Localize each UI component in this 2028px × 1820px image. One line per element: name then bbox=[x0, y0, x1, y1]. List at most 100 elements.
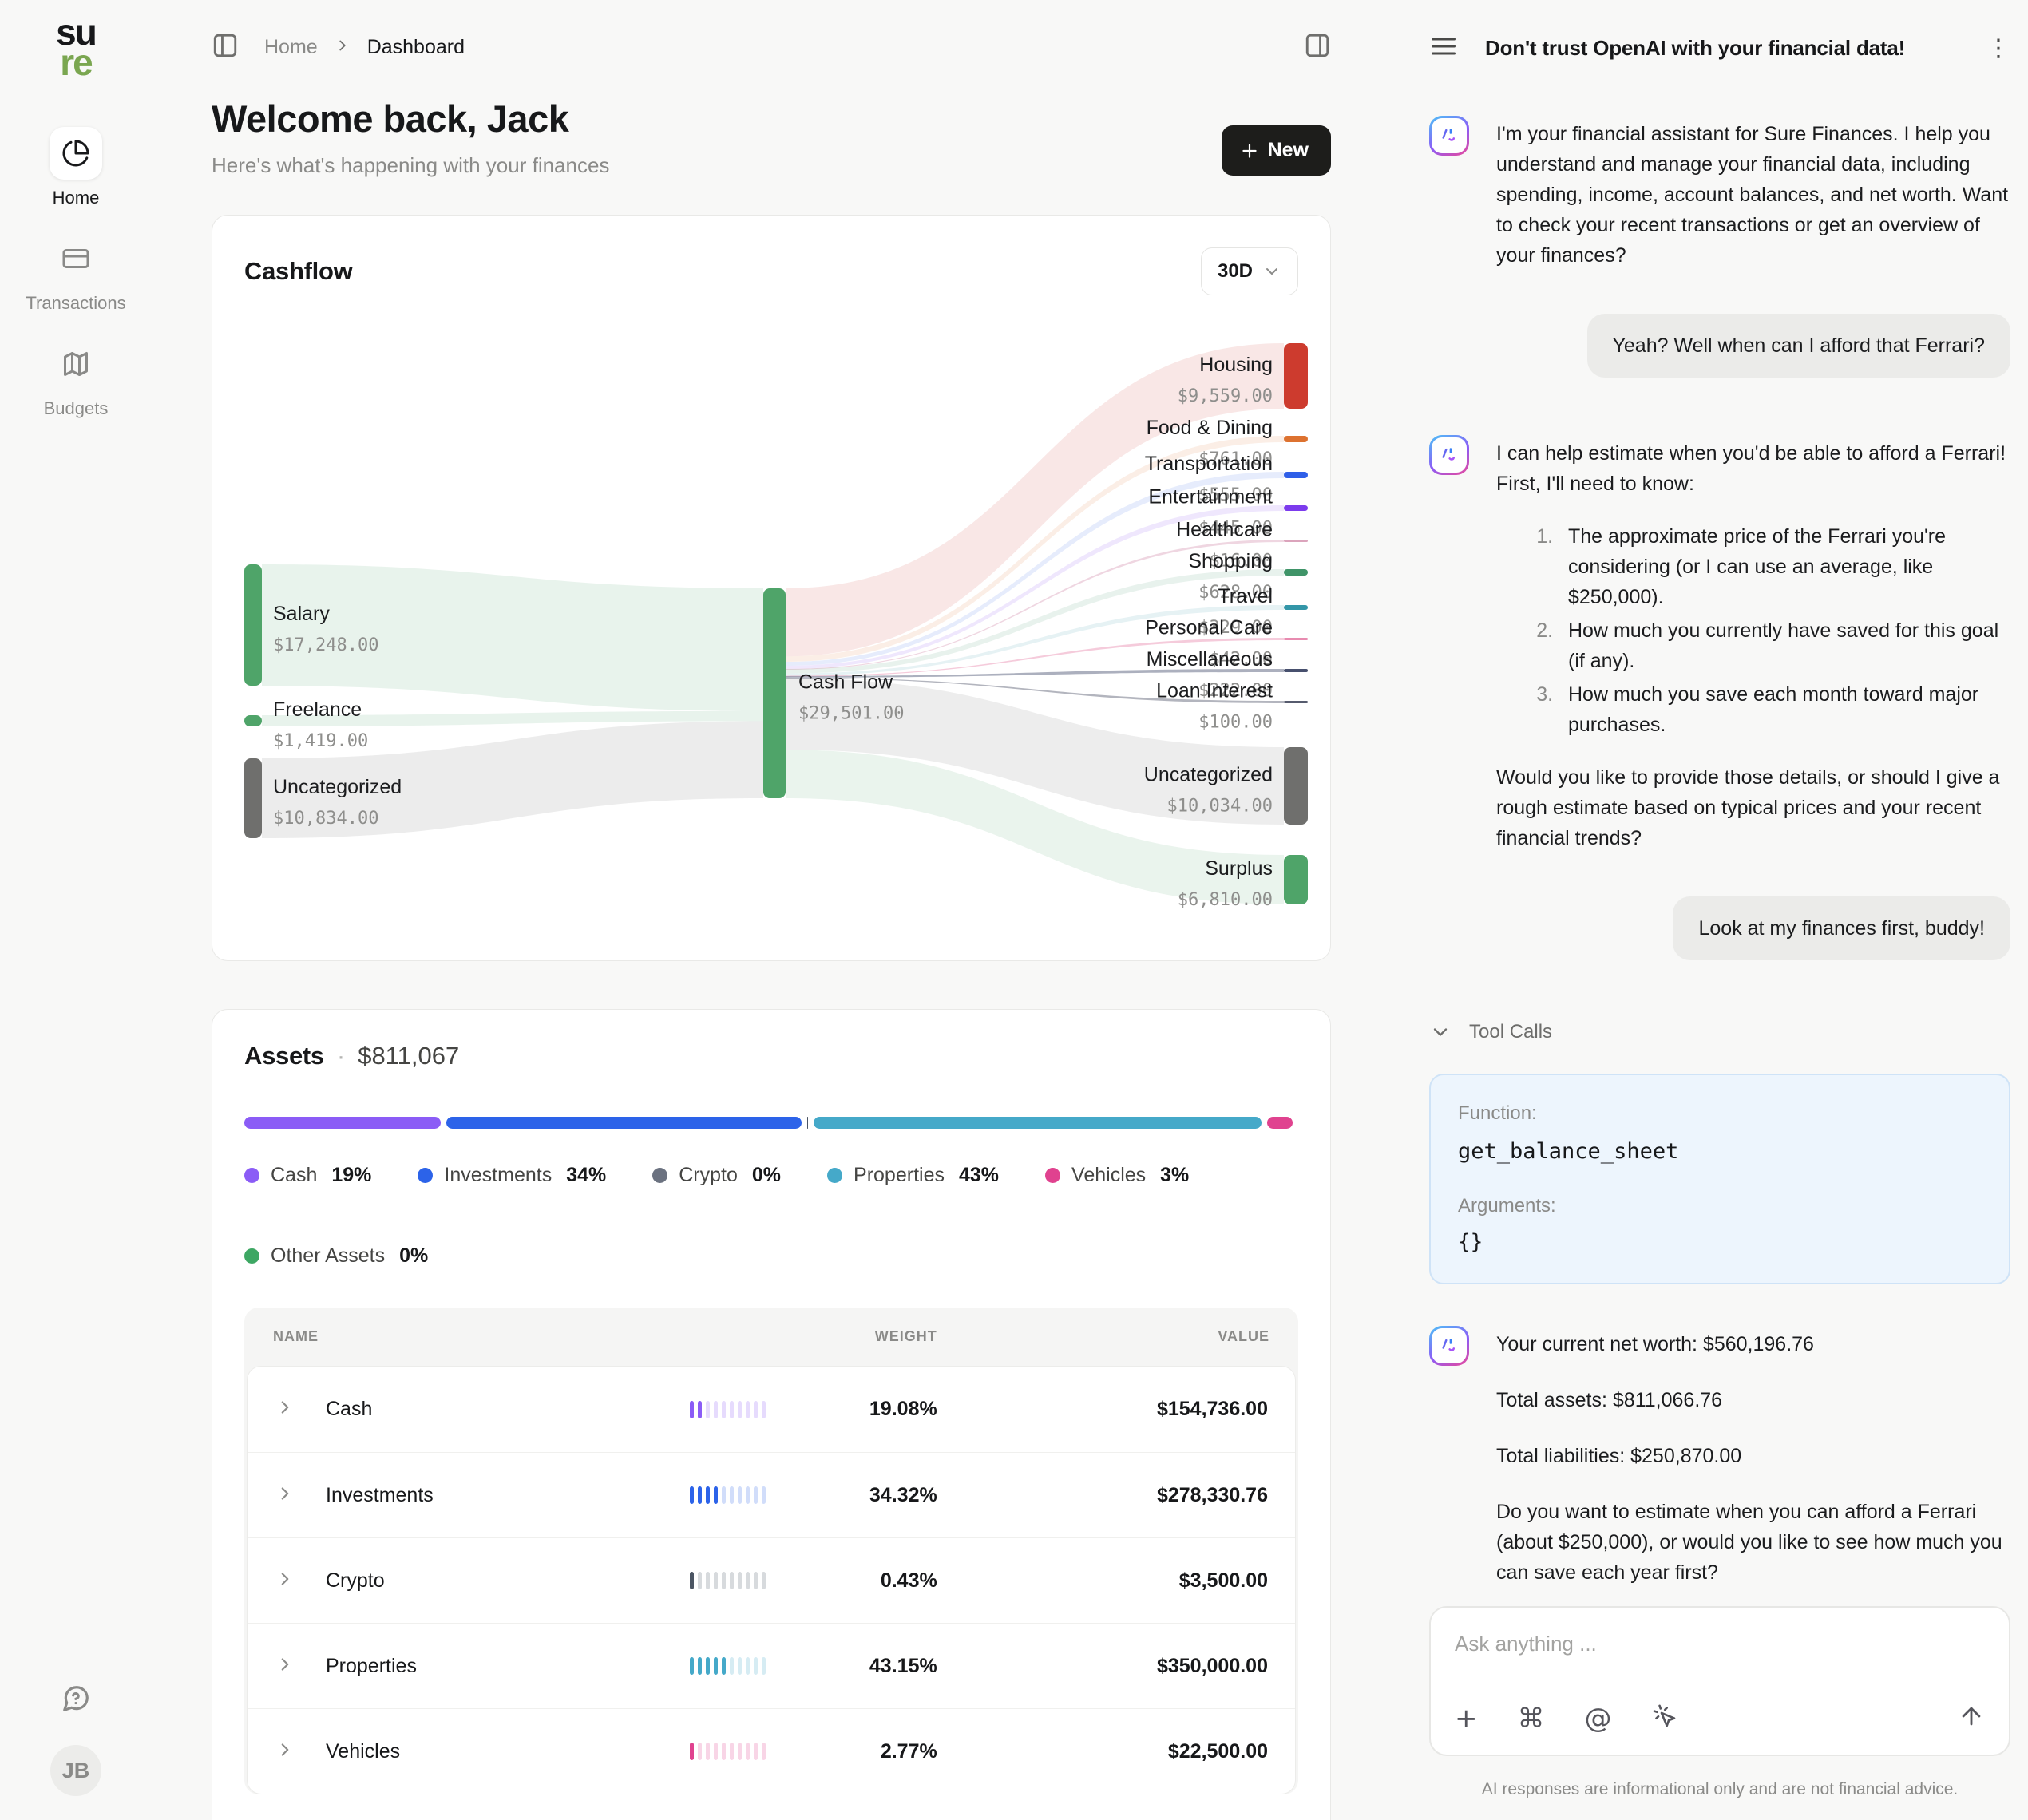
sankey-node bbox=[1284, 747, 1308, 825]
legend-item[interactable]: Cash19% bbox=[244, 1164, 371, 1187]
table-row[interactable]: Investments34.32%$278,330.76 bbox=[248, 1452, 1295, 1537]
attach-plus-icon[interactable]: + bbox=[1455, 1705, 1478, 1732]
sankey-node-value: $10,834.00 bbox=[273, 809, 378, 829]
logo-line-2: re bbox=[56, 48, 96, 78]
legend-item[interactable]: Investments34% bbox=[418, 1164, 606, 1187]
breadcrumb-home[interactable]: Home bbox=[264, 36, 318, 59]
sankey-node-value: $10,034.00 bbox=[1167, 797, 1273, 817]
sidebar-item-home[interactable]: Home bbox=[50, 127, 102, 208]
sankey-node bbox=[244, 758, 262, 838]
menu-icon[interactable] bbox=[1429, 32, 1458, 65]
legend-label: Investments bbox=[444, 1164, 552, 1187]
sankey-node-value: $100.00 bbox=[1198, 713, 1273, 733]
row-value: $3,500.00 bbox=[937, 1569, 1268, 1592]
sidebar-item-transactions[interactable]: Transactions bbox=[26, 232, 125, 314]
chevron-right-icon[interactable] bbox=[275, 1739, 326, 1764]
sankey-node-label: Cash Flow bbox=[798, 671, 893, 694]
total-liabilities-line: Total liabilities: $250,870.00 bbox=[1496, 1441, 2010, 1471]
row-value: $350,000.00 bbox=[937, 1655, 1268, 1678]
sure-logo[interactable]: su re bbox=[56, 18, 96, 77]
sankey-node bbox=[1284, 436, 1308, 442]
table-row[interactable]: Cash19.08%$154,736.00 bbox=[248, 1367, 1295, 1452]
sankey-node-label: Personal Care bbox=[1145, 617, 1273, 639]
chat-title: Don't trust OpenAI with your financial d… bbox=[1485, 36, 1986, 61]
new-button[interactable]: New bbox=[1222, 125, 1331, 176]
legend-item[interactable]: Crypto0% bbox=[652, 1164, 781, 1187]
table-row[interactable]: Crypto0.43%$3,500.00 bbox=[248, 1537, 1295, 1623]
assistant-message-intro: I can help estimate when you'd be able t… bbox=[1496, 438, 2010, 499]
sankey-node-label: Surplus bbox=[1205, 857, 1273, 880]
mention-at-icon[interactable]: @ bbox=[1585, 1705, 1612, 1732]
cashflow-title: Cashflow bbox=[244, 257, 352, 286]
legend-item[interactable]: Vehicles3% bbox=[1045, 1164, 1189, 1187]
row-value: $154,736.00 bbox=[937, 1398, 1268, 1421]
command-icon[interactable]: ⌘ bbox=[1518, 1705, 1545, 1732]
chevron-right-icon[interactable] bbox=[275, 1483, 326, 1508]
range-value: 30D bbox=[1218, 260, 1253, 283]
sidebar-item-budgets[interactable]: Budgets bbox=[44, 338, 109, 419]
row-weight: 19.08% bbox=[818, 1398, 937, 1421]
weight-tick-bar bbox=[690, 1401, 818, 1418]
row-name: Properties bbox=[326, 1655, 690, 1678]
sankey-node bbox=[1284, 505, 1308, 511]
send-arrow-up-icon[interactable] bbox=[1958, 1703, 1985, 1734]
kebab-menu-icon[interactable]: ⋮ bbox=[1986, 37, 2010, 61]
help-icon[interactable] bbox=[61, 1684, 91, 1718]
legend-dot-icon bbox=[827, 1168, 842, 1183]
chevron-right-icon[interactable] bbox=[275, 1397, 326, 1422]
allocation-segment bbox=[244, 1117, 441, 1129]
map-icon bbox=[50, 338, 102, 390]
chevron-right-icon[interactable] bbox=[275, 1569, 326, 1593]
legend-percent: 19% bbox=[331, 1164, 371, 1187]
panel-left-toggle-icon[interactable] bbox=[212, 32, 239, 63]
row-weight: 34.32% bbox=[818, 1484, 937, 1507]
table-row[interactable]: Properties43.15%$350,000.00 bbox=[248, 1623, 1295, 1708]
chat-input[interactable]: Ask anything ... + ⌘ @ bbox=[1429, 1606, 2010, 1756]
assistant-avatar-icon bbox=[1429, 1326, 1469, 1366]
plus-icon bbox=[1239, 140, 1260, 161]
separator-dot: · bbox=[337, 1042, 345, 1070]
legend-percent: 0% bbox=[752, 1164, 781, 1187]
sidebar: su re Home Transactions Budgets JB bbox=[0, 0, 152, 1820]
sankey-node bbox=[1284, 540, 1308, 542]
legend-label: Properties bbox=[854, 1164, 945, 1187]
sankey-node-value: $6,810.00 bbox=[1178, 890, 1273, 910]
sankey-node-value: $29,501.00 bbox=[798, 704, 904, 724]
sidebar-item-label: Home bbox=[53, 188, 100, 208]
assistant-message: I'm your financial assistant for Sure Fi… bbox=[1429, 116, 2010, 271]
sankey-node bbox=[1284, 472, 1308, 478]
ai-disclaimer: AI responses are informational only and … bbox=[1429, 1780, 2010, 1799]
tool-calls-label: Tool Calls bbox=[1469, 1018, 1552, 1046]
pie-chart-icon bbox=[50, 127, 102, 180]
assistant-message: Your current net worth: $560,196.76 Tota… bbox=[1429, 1326, 2010, 1588]
chat-input-placeholder: Ask anything ... bbox=[1455, 1632, 1985, 1656]
legend-item[interactable]: Other Assets0% bbox=[244, 1244, 428, 1268]
user-avatar[interactable]: JB bbox=[50, 1745, 101, 1796]
total-assets-line: Total assets: $811,066.76 bbox=[1496, 1385, 2010, 1415]
panel-right-toggle-icon[interactable] bbox=[1304, 32, 1331, 63]
credit-card-icon bbox=[50, 232, 102, 285]
list-item: The approximate price of the Ferrari you… bbox=[1559, 521, 2010, 612]
avatar-initials: JB bbox=[62, 1759, 90, 1783]
weight-tick-bar bbox=[690, 1572, 818, 1589]
weight-tick-bar bbox=[690, 1486, 818, 1504]
row-value: $22,500.00 bbox=[937, 1740, 1268, 1763]
legend-dot-icon bbox=[244, 1168, 259, 1183]
legend-percent: 3% bbox=[1160, 1164, 1189, 1187]
sankey-node-label: Shopping bbox=[1188, 550, 1273, 572]
legend-item[interactable]: Properties 43% bbox=[827, 1164, 999, 1187]
legend-percent: 43% bbox=[959, 1164, 999, 1187]
legend-dot-icon bbox=[244, 1248, 259, 1264]
assets-total: $811,067 bbox=[358, 1042, 459, 1070]
sankey-node bbox=[1284, 669, 1308, 672]
assets-card: Assets · $811,067 Cash19%Investments34%C… bbox=[212, 1009, 1331, 1820]
chevron-right-icon[interactable] bbox=[275, 1654, 326, 1679]
sankey-node bbox=[1284, 605, 1308, 610]
page-subtitle: Here's what's happening with your financ… bbox=[212, 153, 609, 178]
cursor-click-icon[interactable] bbox=[1652, 1703, 1677, 1733]
tool-calls-toggle[interactable]: Tool Calls bbox=[1429, 1018, 2010, 1046]
sankey-node-label: Uncategorized bbox=[273, 776, 402, 798]
table-row[interactable]: Vehicles2.77%$22,500.00 bbox=[248, 1708, 1295, 1794]
row-name: Vehicles bbox=[326, 1740, 690, 1763]
cashflow-range-select[interactable]: 30D bbox=[1201, 247, 1298, 295]
